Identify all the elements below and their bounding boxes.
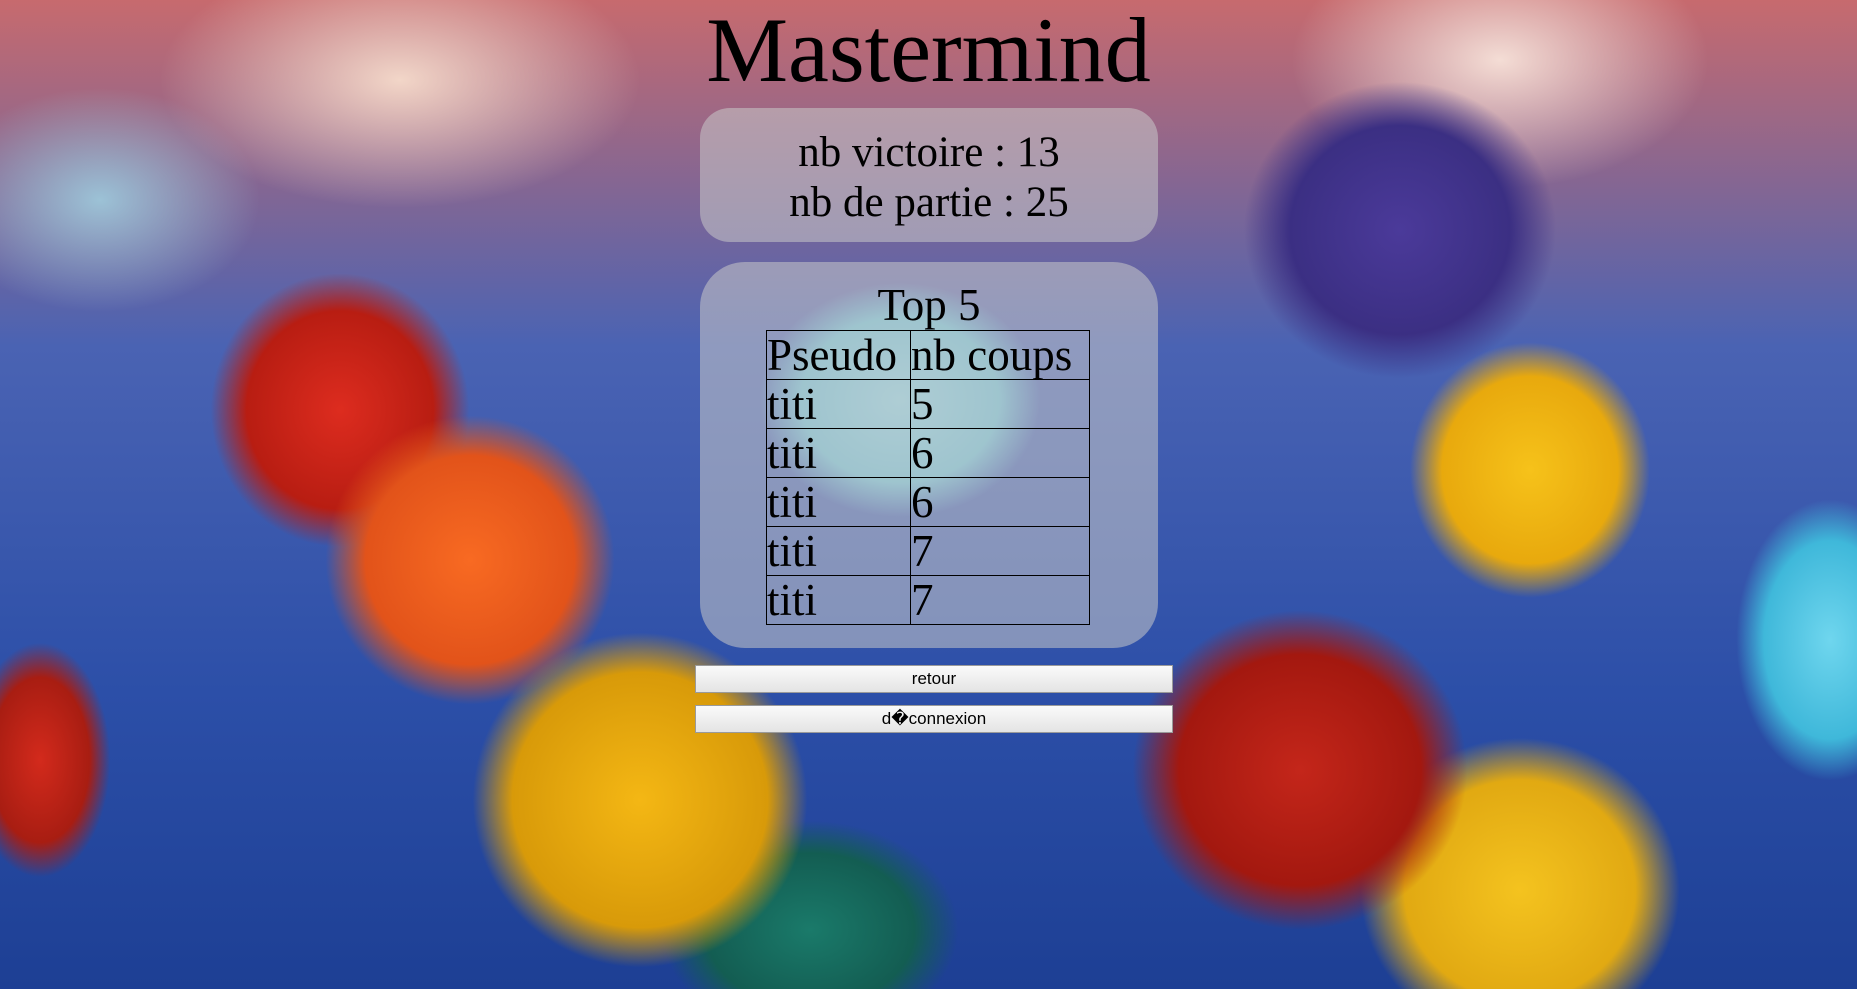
- games-count: nb de partie : 25: [789, 179, 1069, 226]
- table-row: titi 7: [766, 526, 1090, 576]
- cell-coups: 5: [910, 379, 1090, 429]
- column-header-coups: nb coups: [910, 330, 1090, 380]
- leaderboard-title: Top 5: [877, 280, 981, 330]
- table-row: titi 6: [766, 428, 1090, 478]
- column-header-pseudo: Pseudo: [766, 330, 911, 380]
- victories-count: nb victoire : 13: [798, 129, 1060, 176]
- leaderboard-table: Pseudo nb coups titi 5 titi 6 titi 6 tit…: [766, 330, 1090, 625]
- stats-panel: nb victoire : 13 nb de partie : 25: [700, 108, 1158, 242]
- cell-pseudo: titi: [766, 575, 911, 625]
- cell-coups: 6: [910, 477, 1090, 527]
- cell-pseudo: titi: [766, 477, 911, 527]
- cell-coups: 7: [910, 575, 1090, 625]
- page-title: Mastermind: [706, 0, 1151, 101]
- cell-coups: 7: [910, 526, 1090, 576]
- cell-coups: 6: [910, 428, 1090, 478]
- logout-button[interactable]: d�connexion: [695, 705, 1173, 733]
- table-row: titi 7: [766, 575, 1090, 625]
- table-row: titi 5: [766, 379, 1090, 429]
- back-button[interactable]: retour: [695, 665, 1173, 693]
- table-row: titi 6: [766, 477, 1090, 527]
- cell-pseudo: titi: [766, 526, 911, 576]
- cell-pseudo: titi: [766, 379, 911, 429]
- table-header-row: Pseudo nb coups: [766, 330, 1090, 380]
- cell-pseudo: titi: [766, 428, 911, 478]
- leaderboard-panel: Top 5 Pseudo nb coups titi 5 titi 6 titi…: [700, 262, 1158, 648]
